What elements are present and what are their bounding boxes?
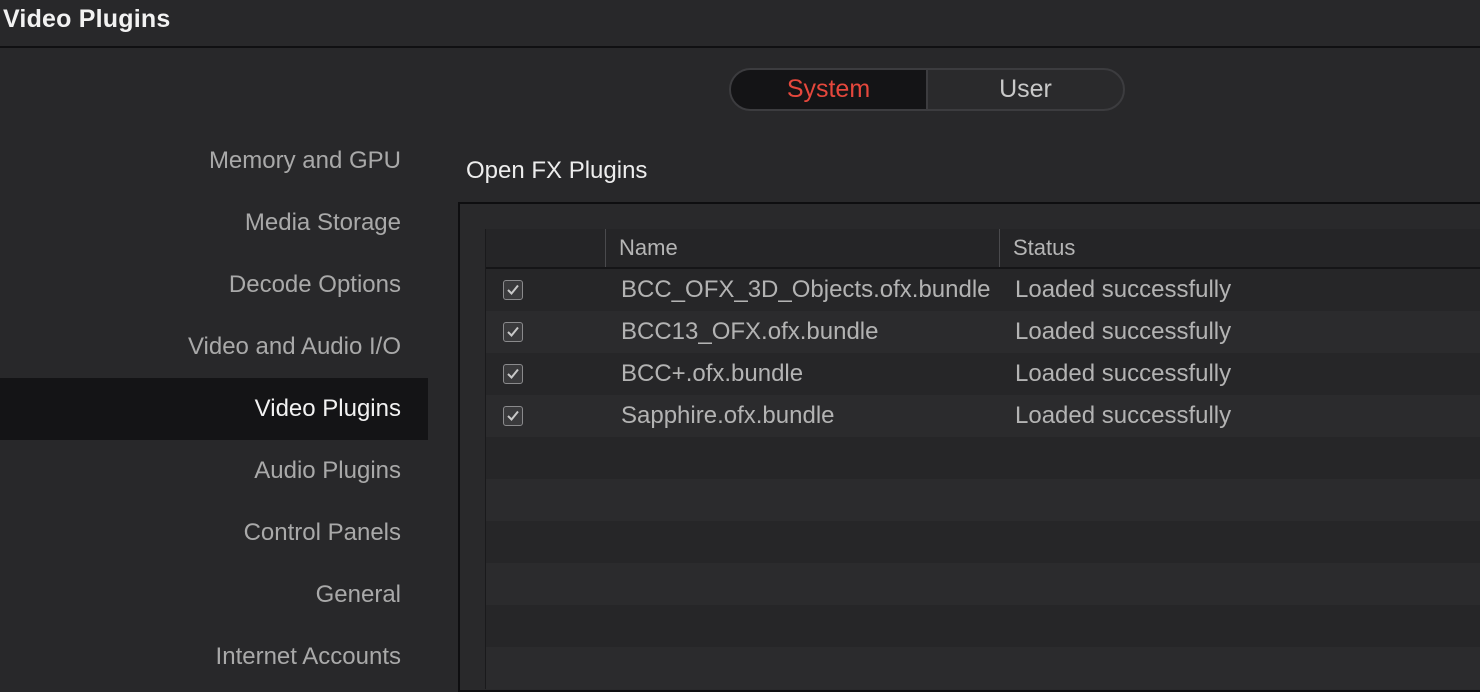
scope-toggle: System User	[729, 68, 1125, 111]
column-divider[interactable]	[999, 229, 1000, 267]
tab-system[interactable]: System	[731, 70, 928, 109]
table-row[interactable]: BCC_OFX_3D_Objects.ofx.bundle Loaded suc…	[486, 269, 1480, 311]
plugin-status: Loaded successfully	[1015, 276, 1232, 303]
checkmark-icon	[507, 410, 519, 421]
column-divider[interactable]	[605, 229, 606, 267]
enabled-checkbox[interactable]	[503, 322, 523, 342]
column-header-name[interactable]: Name	[619, 229, 678, 267]
table-row[interactable]: BCC+.ofx.bundle Loaded successfully	[486, 353, 1480, 395]
checkmark-icon	[507, 326, 519, 337]
checkmark-icon	[507, 368, 519, 379]
plugin-name: BCC+.ofx.bundle	[621, 360, 804, 387]
empty-row	[486, 479, 1480, 521]
enabled-checkbox[interactable]	[503, 280, 523, 300]
enabled-checkbox[interactable]	[503, 406, 523, 426]
column-header-status[interactable]: Status	[1013, 229, 1075, 267]
sidebar-item-video-and-audio-io[interactable]: Video and Audio I/O	[0, 316, 428, 378]
tab-user[interactable]: User	[928, 70, 1123, 109]
table-header: Name Status	[486, 229, 1480, 269]
sidebar-item-decode-options[interactable]: Decode Options	[0, 254, 428, 316]
section-title: Open FX Plugins	[466, 157, 648, 184]
sidebar-item-memory-and-gpu[interactable]: Memory and GPU	[0, 130, 428, 192]
plugin-status: Loaded successfully	[1015, 318, 1232, 345]
sidebar-item-audio-plugins[interactable]: Audio Plugins	[0, 440, 428, 502]
empty-row	[486, 647, 1480, 689]
sidebar-item-media-storage[interactable]: Media Storage	[0, 192, 428, 254]
table-row[interactable]: BCC13_OFX.ofx.bundle Loaded successfully	[486, 311, 1480, 353]
plugin-status: Loaded successfully	[1015, 402, 1232, 429]
empty-row	[486, 437, 1480, 479]
plugin-status: Loaded successfully	[1015, 360, 1232, 387]
enabled-checkbox[interactable]	[503, 364, 523, 384]
sidebar-item-internet-accounts[interactable]: Internet Accounts	[0, 626, 428, 688]
title-bar: Video Plugins	[0, 0, 1480, 48]
sidebar-item-video-plugins[interactable]: Video Plugins	[0, 378, 428, 440]
checkmark-icon	[507, 284, 519, 295]
sidebar-item-general[interactable]: General	[0, 564, 428, 626]
plugin-name: BCC_OFX_3D_Objects.ofx.bundle	[621, 276, 991, 303]
plugins-table: Name Status BCC_OFX_3D_Objects.ofx.bundl…	[485, 229, 1480, 689]
window-title: Video Plugins	[3, 5, 171, 33]
plugin-name: Sapphire.ofx.bundle	[621, 402, 835, 429]
table-row[interactable]: Sapphire.ofx.bundle Loaded successfully	[486, 395, 1480, 437]
empty-row	[486, 521, 1480, 563]
empty-row	[486, 563, 1480, 605]
preferences-sidebar: Memory and GPU Media Storage Decode Opti…	[0, 130, 428, 688]
sidebar-item-control-panels[interactable]: Control Panels	[0, 502, 428, 564]
plugin-name: BCC13_OFX.ofx.bundle	[621, 318, 879, 345]
empty-row	[486, 605, 1480, 647]
